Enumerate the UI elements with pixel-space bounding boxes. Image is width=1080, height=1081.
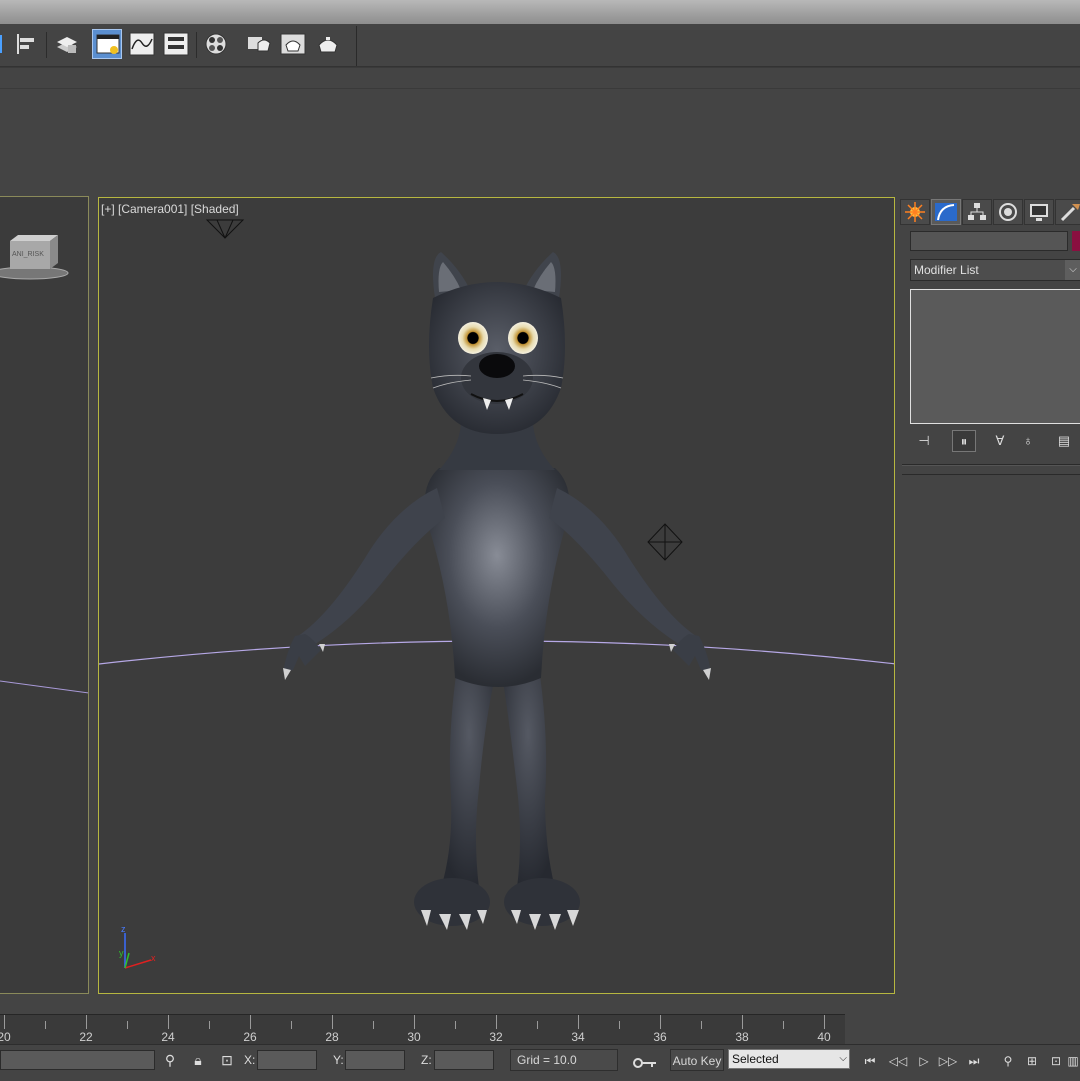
status-bar: ⚲ 🔒︎ ⊡ X: Y: Z: Grid = 10.0 Auto Key Sel…	[0, 1044, 1080, 1081]
light-icon	[647, 523, 683, 561]
ribbon-area	[0, 67, 1080, 196]
viewport-camera[interactable]: [+] [Camera001] [Shaded] z y x	[98, 197, 895, 994]
camera-icon	[205, 219, 245, 239]
z-label: Z:	[421, 1053, 432, 1067]
previous-frame-icon[interactable]: ◁◁	[886, 1051, 910, 1071]
timeline-tick-label: 36	[653, 1030, 667, 1044]
next-frame-icon[interactable]: ▷▷	[936, 1051, 960, 1071]
grid-size-readout: Grid = 10.0	[510, 1049, 618, 1071]
timeline-tick	[373, 1021, 374, 1029]
timeline-ruler[interactable]: 20 22 24 26 28 30 32 34 36 38 40	[0, 1014, 845, 1045]
axis-tripod	[124, 933, 152, 969]
panel-divider	[902, 474, 1080, 475]
timeline-tick-label: 22	[79, 1030, 93, 1044]
timeline-tick-label: 34	[571, 1030, 585, 1044]
axis-label-z: z	[121, 924, 126, 934]
toolbar-frame	[0, 26, 357, 66]
pin-stack-icon[interactable]: ⊣	[912, 430, 936, 452]
display-tab[interactable]	[1024, 199, 1054, 225]
utilities-tab[interactable]	[1055, 199, 1080, 225]
timeline-tick-label: 26	[243, 1030, 257, 1044]
isolate-selection-icon[interactable]: ⚲	[160, 1050, 180, 1070]
key-filter-dropdown[interactable]: Selected ⌵	[728, 1049, 850, 1069]
go-to-end-icon[interactable]: ⏭	[962, 1051, 986, 1071]
y-label: Y:	[333, 1053, 344, 1067]
show-end-result-icon[interactable]: ⏸	[952, 430, 976, 452]
configure-modifier-sets-icon[interactable]: ▤	[1052, 430, 1076, 452]
absolute-mode-icon[interactable]: ⊡	[217, 1050, 237, 1070]
timeline-tick	[86, 1015, 87, 1029]
object-name-field[interactable]	[910, 231, 1068, 251]
panel-divider	[902, 464, 1080, 466]
x-coordinate-field[interactable]	[257, 1050, 317, 1070]
modifier-list-label: Modifier List	[914, 263, 979, 277]
x-label: X:	[244, 1053, 256, 1067]
timeline-tick-label: 30	[407, 1030, 421, 1044]
box-label: ANI_RISK	[12, 251, 44, 258]
chevron-down-icon: ⌵	[1065, 260, 1080, 280]
timeline-tick-label: 28	[325, 1030, 339, 1044]
axis-label-y: y	[119, 948, 124, 958]
set-key-icon[interactable]	[632, 1055, 658, 1075]
timeline-tick	[332, 1015, 333, 1029]
chevron-down-icon: ⌵	[839, 1053, 847, 1064]
viewport-left[interactable]: ANI_RISK	[0, 196, 89, 994]
timeline-right-area	[845, 1014, 1080, 1044]
hierarchy-tab[interactable]	[962, 199, 992, 225]
timeline-tick	[537, 1021, 538, 1029]
play-icon[interactable]: ▷	[912, 1051, 936, 1071]
timeline-tick-label: 38	[735, 1030, 749, 1044]
timeline-tick-label: 40	[817, 1030, 831, 1044]
timeline-tick	[783, 1021, 784, 1029]
timeline-tick	[127, 1021, 128, 1029]
object-color-swatch[interactable]	[1072, 231, 1080, 251]
lock-icon[interactable]: 🔒︎	[188, 1050, 208, 1070]
timeline-tick	[209, 1021, 210, 1029]
make-unique-icon[interactable]: ∀	[988, 430, 1012, 452]
timeline-tick	[455, 1021, 456, 1029]
command-panel: Modifier List ⌵ ⊣ ⏸ ∀ ♁ ▤	[900, 196, 1080, 1014]
timeline-tick-label: 32	[489, 1030, 503, 1044]
modify-tab[interactable]	[931, 199, 961, 225]
go-to-start-icon[interactable]: ⏮	[858, 1051, 882, 1071]
modifier-stack[interactable]	[910, 289, 1080, 424]
zoom-all-icon[interactable]: ⊞	[1020, 1051, 1044, 1071]
timeline-tick	[291, 1021, 292, 1029]
timeline-tick	[168, 1015, 169, 1029]
modifier-list-dropdown[interactable]: Modifier List ⌵	[910, 259, 1080, 281]
timeline-tick	[619, 1021, 620, 1029]
cat-character	[283, 252, 711, 930]
remove-modifier-icon[interactable]: ♁	[1016, 430, 1040, 452]
title-bar	[0, 0, 1080, 25]
key-filter-value: Selected	[732, 1052, 779, 1066]
timeline-tick-label: 24	[161, 1030, 175, 1044]
maxscript-listener[interactable]	[0, 1050, 155, 1070]
z-coordinate-field[interactable]	[434, 1050, 494, 1070]
timeline-tick	[701, 1021, 702, 1029]
zoom-extents-icon[interactable]: ⊡	[1044, 1051, 1068, 1071]
create-tab[interactable]	[900, 199, 930, 225]
timeline-tick	[414, 1015, 415, 1029]
zoom-region-icon[interactable]: ▥	[1066, 1051, 1080, 1071]
axis-label-x: x	[151, 953, 156, 963]
auto-key-button[interactable]: Auto Key	[670, 1049, 724, 1071]
timeline-tick	[496, 1015, 497, 1029]
timeline-tick-label: 20	[0, 1030, 11, 1044]
timeline-tick	[578, 1015, 579, 1029]
timeline-tick	[250, 1015, 251, 1029]
timeline-tick	[4, 1015, 5, 1029]
y-coordinate-field[interactable]	[345, 1050, 405, 1070]
timeline-tick	[660, 1015, 661, 1029]
timeline-tick	[742, 1015, 743, 1029]
timeline-tick	[824, 1015, 825, 1029]
timeline-tick	[45, 1021, 46, 1029]
motion-tab[interactable]	[993, 199, 1023, 225]
zoom-icon[interactable]: ⚲	[996, 1051, 1020, 1071]
